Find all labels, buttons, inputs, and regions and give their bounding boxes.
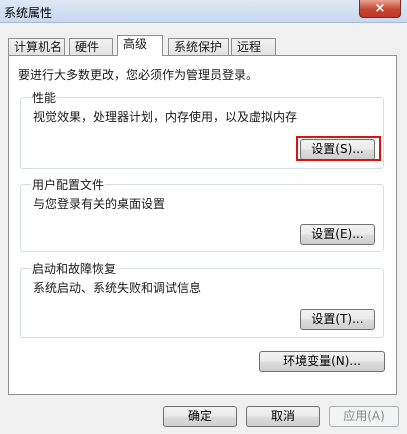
user-profiles-legend: 用户配置文件 — [31, 176, 106, 193]
startup-recovery-settings-button[interactable]: 设置(T)... — [300, 309, 375, 330]
startup-recovery-description: 系统启动、系统失败和调试信息 — [33, 281, 202, 295]
tab-remote[interactable]: 远程 — [231, 38, 276, 55]
startup-recovery-legend: 启动和故障恢复 — [31, 260, 118, 277]
cancel-button[interactable]: 取消 — [246, 406, 320, 427]
system-properties-window: 系统属性 × 计算机名 硬件 高级 系统保护 远程 要进行大多数更改，您必须作为… — [0, 0, 407, 434]
close-icon: × — [374, 1, 386, 16]
ok-button[interactable]: 确定 — [163, 406, 237, 427]
performance-description: 视觉效果，处理器计划，内存使用，以及虚拟内存 — [33, 110, 298, 124]
performance-legend: 性能 — [31, 89, 58, 106]
tab-hardware[interactable]: 硬件 — [69, 38, 113, 55]
environment-variables-button[interactable]: 环境变量(N)... — [259, 351, 385, 372]
title-bar[interactable]: 系统属性 × — [0, 0, 407, 23]
apply-button[interactable]: 应用(A) — [329, 406, 399, 427]
close-button[interactable]: × — [359, 0, 401, 18]
window-title: 系统属性 — [4, 6, 53, 20]
tab-system-protection[interactable]: 系统保护 — [168, 38, 229, 55]
user-profiles-settings-button[interactable]: 设置(E)... — [300, 224, 375, 245]
user-profiles-description: 与您登录有关的桌面设置 — [33, 197, 166, 211]
admin-note: 要进行大多数更改，您必须作为管理员登录。 — [18, 68, 259, 82]
performance-settings-button[interactable]: 设置(S)... — [300, 139, 375, 160]
tab-advanced[interactable]: 高级 — [117, 35, 163, 56]
tab-computer-name[interactable]: 计算机名 — [8, 38, 65, 55]
